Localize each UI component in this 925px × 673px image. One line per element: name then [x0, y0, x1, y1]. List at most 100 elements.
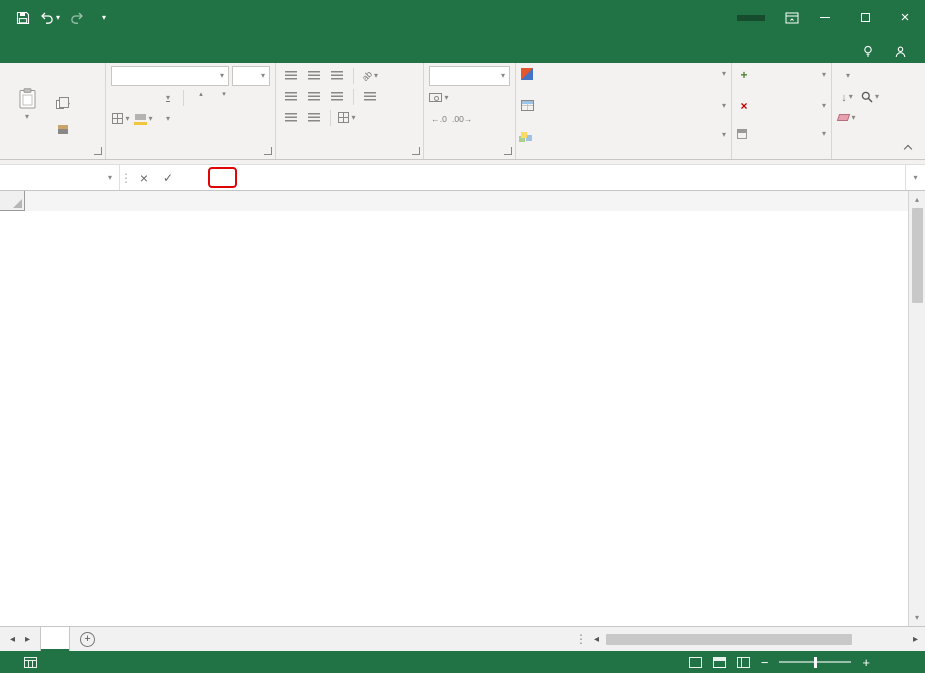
- format-painter-button[interactable]: [53, 120, 73, 139]
- merge-center-button[interactable]: [337, 108, 357, 127]
- sign-in-button[interactable]: [737, 15, 765, 21]
- ribbon-tab-file[interactable]: [0, 52, 26, 63]
- new-sheet-button[interactable]: [80, 632, 95, 647]
- delete-cells-button[interactable]: [737, 99, 826, 113]
- sheet-tab-active[interactable]: [40, 627, 70, 651]
- collapse-ribbon-button[interactable]: [899, 140, 917, 154]
- zoom-out-button[interactable]: [761, 655, 769, 670]
- scroll-down-icon[interactable]: [909, 609, 925, 626]
- borders-button[interactable]: [111, 109, 131, 128]
- cancel-entry-button[interactable]: [132, 165, 156, 190]
- lightbulb-icon: [862, 45, 874, 58]
- close-button[interactable]: [885, 0, 925, 35]
- increase-indent-button[interactable]: [304, 108, 324, 127]
- page-break-view-icon[interactable]: [737, 657, 750, 668]
- font-color-button[interactable]: [157, 109, 177, 128]
- paste-button[interactable]: [5, 66, 49, 142]
- font-name-select[interactable]: [111, 66, 229, 86]
- name-box[interactable]: [0, 165, 120, 190]
- formula-input[interactable]: [204, 165, 905, 190]
- paste-dropdown-icon[interactable]: [25, 113, 29, 121]
- format-as-table-button[interactable]: [521, 100, 726, 111]
- insert-function-button[interactable]: [180, 165, 204, 190]
- horizontal-scrollbar-thumb[interactable]: [606, 634, 852, 645]
- vertical-scrollbar-thumb[interactable]: [912, 208, 923, 303]
- maximize-button[interactable]: [845, 0, 885, 35]
- select-all-button[interactable]: [0, 191, 25, 211]
- paste-clipboard-icon: [19, 88, 36, 109]
- align-right-button[interactable]: [327, 87, 347, 106]
- chevron-down-icon: [220, 72, 224, 80]
- normal-view-icon[interactable]: [689, 657, 702, 668]
- wrap-text-icon: [364, 92, 376, 101]
- underline-button[interactable]: [157, 88, 177, 107]
- increase-indent-icon: [308, 113, 320, 122]
- alignment-dialog-launcher-icon[interactable]: [412, 147, 420, 155]
- next-sheet-icon[interactable]: [25, 634, 30, 645]
- align-middle-button[interactable]: [304, 66, 324, 85]
- conditional-formatting-button[interactable]: [521, 68, 726, 80]
- number-format-select[interactable]: [429, 66, 510, 86]
- decrease-indent-button[interactable]: [281, 108, 301, 127]
- italic-button[interactable]: [134, 88, 154, 107]
- tab-splitter-icon[interactable]: [575, 632, 587, 646]
- copy-button[interactable]: [53, 95, 73, 114]
- minimize-button[interactable]: [805, 0, 845, 35]
- format-cells-button[interactable]: [737, 129, 826, 139]
- cell-styles-button[interactable]: [521, 131, 726, 139]
- insert-cells-button[interactable]: [737, 68, 826, 82]
- percent-style-button[interactable]: [452, 88, 472, 107]
- fill-button[interactable]: [837, 87, 857, 106]
- align-bottom-button[interactable]: [327, 66, 347, 85]
- formula-bar-splitter[interactable]: [120, 165, 132, 190]
- page-layout-view-icon[interactable]: [713, 657, 726, 668]
- zoom-in-button[interactable]: [862, 655, 870, 670]
- find-select-button[interactable]: [860, 87, 880, 106]
- align-top-button[interactable]: [281, 66, 301, 85]
- number-dialog-launcher-icon[interactable]: [504, 147, 512, 155]
- customize-quick-access-button[interactable]: [91, 5, 117, 31]
- format-as-table-icon: [521, 100, 534, 111]
- cut-button[interactable]: [53, 70, 73, 89]
- horizontal-scrollbar[interactable]: [606, 632, 906, 647]
- enter-entry-button[interactable]: [156, 165, 180, 190]
- zoom-slider-knob[interactable]: [814, 657, 817, 668]
- align-left-button[interactable]: [281, 87, 301, 106]
- ribbon-display-options-button[interactable]: [779, 5, 805, 31]
- redo-button[interactable]: [64, 5, 90, 31]
- expand-formula-bar-button[interactable]: [905, 165, 925, 190]
- previous-sheet-icon[interactable]: [10, 634, 15, 645]
- share-button[interactable]: [895, 46, 911, 58]
- increase-font-size-button[interactable]: [190, 88, 210, 107]
- decrease-decimal-button[interactable]: [452, 109, 472, 128]
- bold-button[interactable]: [111, 88, 131, 107]
- align-right-icon: [331, 92, 343, 101]
- scroll-up-icon[interactable]: [909, 191, 925, 208]
- font-size-select[interactable]: [232, 66, 270, 86]
- decrease-font-size-button[interactable]: [213, 88, 233, 107]
- hscroll-right-icon[interactable]: [910, 634, 921, 645]
- clear-button[interactable]: [837, 108, 857, 127]
- autosum-button[interactable]: [837, 66, 857, 85]
- wrap-text-button[interactable]: [360, 87, 380, 106]
- undo-button[interactable]: [37, 5, 63, 31]
- person-icon: [895, 46, 906, 58]
- column-headers: [0, 191, 908, 211]
- font-dialog-launcher-icon[interactable]: [264, 147, 272, 155]
- macro-record-icon[interactable]: [24, 657, 37, 668]
- group-label-styles: [521, 142, 726, 159]
- fill-color-button[interactable]: [134, 109, 154, 128]
- increase-decimal-button[interactable]: [429, 109, 449, 128]
- clipboard-dialog-launcher-icon[interactable]: [94, 147, 102, 155]
- name-box-dropdown-icon[interactable]: [108, 174, 112, 182]
- hscroll-left-icon[interactable]: [591, 634, 602, 645]
- comma-style-button[interactable]: [475, 88, 495, 107]
- zoom-slider[interactable]: [779, 661, 851, 663]
- help-assistant-button[interactable]: [862, 45, 879, 58]
- save-button[interactable]: [10, 5, 36, 31]
- vertical-scrollbar[interactable]: [908, 191, 925, 626]
- undo-dropdown-icon[interactable]: [56, 14, 60, 22]
- align-center-button[interactable]: [304, 87, 324, 106]
- accounting-format-button[interactable]: [429, 88, 449, 107]
- orientation-button[interactable]: [360, 66, 380, 85]
